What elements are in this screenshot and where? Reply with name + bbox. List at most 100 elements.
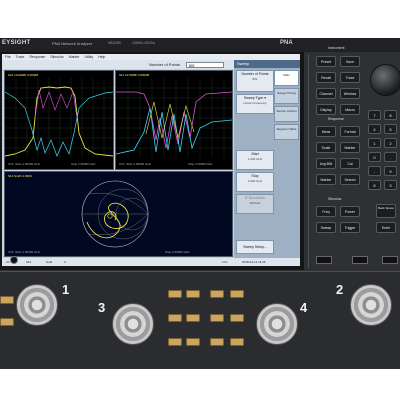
softkey-value: 1.000 GHz	[247, 157, 263, 161]
softkey-label: Start	[251, 152, 259, 156]
menu-stimulus[interactable]: Stimulus	[50, 55, 63, 59]
number-of-points-label: Number of Points	[149, 62, 180, 67]
trigger-key[interactable]: Trigger	[340, 222, 360, 233]
softkey-number-of-points[interactable]: Number of Points 801	[236, 70, 274, 92]
ref-connector[interactable]	[186, 338, 200, 346]
ref-connector[interactable]	[168, 290, 182, 298]
trace-window-s11[interactable]: S11 10.00dB/ 0.000dB Ch1: Start 1.00000 …	[115, 70, 233, 170]
softkey-value: 801	[252, 77, 258, 81]
test-port-1-connector[interactable]	[16, 284, 58, 326]
channel-key[interactable]: Channel	[316, 88, 336, 99]
plot1-start: Ch1: Start 1.00000 GHz	[8, 162, 41, 166]
window-key[interactable]: Window	[340, 88, 360, 99]
usb-port[interactable]	[316, 256, 332, 264]
menu-trace[interactable]: Trace	[16, 55, 25, 59]
num-key-7[interactable]: 7	[368, 110, 381, 120]
softkey-sweep-type[interactable]: Sweep Type ▾ Linear Frequency	[236, 94, 274, 114]
num-key-minus[interactable]: -	[368, 166, 381, 176]
num-key-1[interactable]: 1	[368, 138, 381, 148]
trace-window-s21[interactable]: S21 10.00dB/ 0.000dB Ch1: Start 1.00000 …	[4, 70, 114, 170]
num-key-2[interactable]: 2	[384, 138, 397, 148]
softkey-panel: Sweep Number of Points 801 Sweep Type ▾ …	[234, 60, 300, 258]
meas-key[interactable]: Meas	[316, 126, 336, 137]
test-port-3-connector[interactable]	[112, 303, 154, 345]
port-1-label: 1	[62, 282, 70, 297]
menu-marker[interactable]: Marker	[69, 55, 80, 59]
usb-port[interactable]	[352, 256, 368, 264]
num-key-3[interactable]: 3	[384, 180, 397, 190]
preset-key[interactable]: Preset	[316, 56, 336, 67]
save-key[interactable]: Save	[340, 56, 360, 67]
tab-segment-table[interactable]: Segment Table	[274, 124, 299, 140]
power-key[interactable]: Power	[340, 206, 360, 217]
number-of-points-field[interactable]: 801	[186, 62, 224, 68]
softkey-value: Linear Frequency	[243, 101, 267, 105]
num-key-0[interactable]: 0	[368, 152, 381, 162]
menu-file[interactable]: File	[5, 55, 11, 59]
num-key-8[interactable]: 8	[384, 110, 397, 120]
trace-window-smith[interactable]: S11 Smith 1.000U Ch1: Start 1.00000 GHz …	[4, 171, 233, 257]
ref-connector[interactable]	[186, 290, 200, 298]
ref-connector[interactable]	[168, 338, 182, 346]
trace-label-s21: S21 10.00dB/ 0.000dB	[8, 73, 39, 77]
test-port-4-connector[interactable]	[256, 303, 298, 345]
menu-help[interactable]: Help	[98, 55, 105, 59]
ref-connector[interactable]	[210, 314, 224, 322]
rotary-knob[interactable]	[370, 64, 400, 96]
status-time: 2018-02-14 11:26	[242, 260, 266, 264]
tab-source-control[interactable]: Source Control	[274, 106, 299, 122]
num-key-dot[interactable]: .	[384, 152, 397, 162]
power-button[interactable]	[10, 256, 18, 264]
status-bar: Ch 1 S11 Hold C LCL 2018-02-14 11:26	[2, 258, 300, 266]
format-key[interactable]: Format	[340, 126, 360, 137]
recall-key[interactable]: Recall	[316, 72, 336, 83]
softkey-label: Sweep Type	[244, 96, 264, 100]
backspace-key[interactable]: Back Space	[376, 204, 396, 218]
test-port-2-connector[interactable]	[350, 284, 392, 326]
softkey-value: 100 kHz	[249, 201, 261, 205]
ref-connector[interactable]	[230, 290, 244, 298]
num-key-5[interactable]: 5	[384, 124, 397, 134]
softkey-value: 2.000 GHz	[247, 179, 263, 183]
tab-sweep-timing[interactable]: Sweep Timing	[274, 88, 299, 104]
display-key[interactable]: Display	[316, 104, 336, 115]
instrument-section-label: Instrument	[328, 46, 345, 50]
softkey-sweep-setup[interactable]: Sweep Setup...	[236, 240, 274, 254]
display-screen: File Trace Response Stimulus Marker Util…	[2, 54, 300, 266]
ref-connector[interactable]	[210, 338, 224, 346]
ref-connector[interactable]	[186, 314, 200, 322]
usb-port[interactable]	[382, 256, 398, 264]
macro-key[interactable]: Macro	[340, 104, 360, 115]
menu-response[interactable]: Response	[29, 55, 45, 59]
ref-connector[interactable]	[168, 314, 182, 322]
menu-utility[interactable]: Utility	[85, 55, 94, 59]
ref-connector[interactable]	[210, 290, 224, 298]
softkey-if-bandwidth[interactable]: IF Bandwidth 100 kHz	[236, 194, 274, 214]
side-connector[interactable]	[0, 318, 14, 326]
scale-key[interactable]: Scale	[316, 142, 336, 153]
ref-connector[interactable]	[230, 338, 244, 346]
avg-bw-key[interactable]: Avg BW	[316, 158, 336, 169]
freq-key[interactable]: Freq	[316, 206, 336, 217]
trace-plot-s21	[5, 78, 113, 158]
search-key[interactable]: Search	[340, 174, 360, 185]
smith-chart	[81, 180, 149, 248]
num-key-4[interactable]: 4	[368, 124, 381, 134]
chevron-down-icon: ▾	[264, 96, 266, 100]
cal-key[interactable]: Cal	[340, 158, 360, 169]
num-key-6[interactable]: 6	[368, 180, 381, 190]
softkey-stop[interactable]: Stop 2.000 GHz	[236, 172, 274, 192]
sweep-key[interactable]: Sweep	[316, 222, 336, 233]
marker-key[interactable]: Marker	[340, 142, 360, 153]
softkey-start[interactable]: Start 1.000 GHz	[236, 150, 274, 170]
ref-connector[interactable]	[230, 314, 244, 322]
num-key-9[interactable]: 9	[384, 166, 397, 176]
status-lcl: LCL	[222, 260, 228, 264]
marker-function-key[interactable]: Marker	[316, 174, 336, 185]
tab-main[interactable]: Main	[274, 70, 299, 86]
trace-key[interactable]: Trace	[340, 72, 360, 83]
response-section-label: Response	[328, 117, 344, 121]
side-connector[interactable]	[0, 296, 14, 304]
enter-key[interactable]: Enter	[376, 222, 396, 233]
status-cal: C	[64, 260, 67, 264]
